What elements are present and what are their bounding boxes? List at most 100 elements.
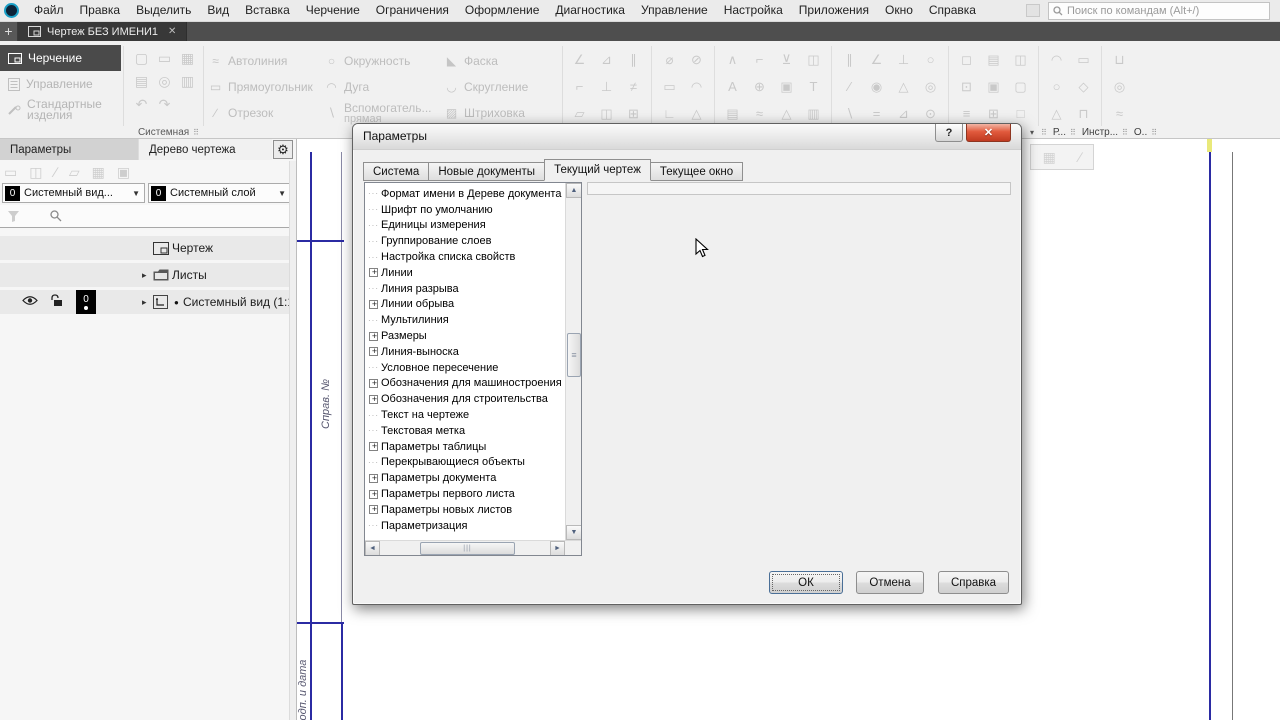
menu-item[interactable]: Справка: [921, 0, 984, 21]
tool-icon[interactable]: ▭: [656, 73, 683, 100]
visibility-eye-icon[interactable]: [22, 295, 38, 309]
tool-icon[interactable]: ⊡: [953, 73, 980, 100]
menu-item[interactable]: Вид: [199, 0, 237, 21]
panel-scrollbar[interactable]: [289, 161, 296, 720]
tool-icon[interactable]: ◎: [1106, 73, 1133, 100]
dialog-title-bar[interactable]: Параметры ? ✕: [353, 124, 1021, 150]
settings-tree-item[interactable]: Размеры: [368, 328, 564, 344]
scroll-left-icon[interactable]: ◄: [365, 541, 380, 555]
menu-item[interactable]: Правка: [72, 0, 129, 21]
settings-tree-item[interactable]: Параметризация: [368, 518, 564, 534]
tool-icon[interactable]: ⌀: [656, 46, 683, 73]
horizontal-scrollbar[interactable]: ◄ ||| ►: [365, 540, 581, 555]
settings-tree-item[interactable]: Линии обрыва: [368, 297, 564, 313]
dialog-tab-system[interactable]: Система: [363, 162, 430, 181]
vertical-scrollbar[interactable]: ▲ ≡ ▼: [565, 183, 581, 540]
menu-item[interactable]: Выделить: [128, 0, 199, 21]
tool-icon[interactable]: ▣: [773, 73, 800, 100]
chevron-down-icon[interactable]: ▾: [1030, 128, 1034, 137]
tool-icon[interactable]: ◠: [683, 73, 710, 100]
tool-icon[interactable]: ∠: [566, 46, 593, 73]
settings-tree-item[interactable]: Группирование слоев: [368, 233, 564, 249]
gear-icon[interactable]: ⚙: [273, 140, 293, 159]
menu-item[interactable]: Ограничения: [368, 0, 457, 21]
search-icon[interactable]: [50, 210, 62, 222]
tool-icon[interactable]: ◉: [863, 73, 890, 100]
ok-button[interactable]: ОК: [769, 571, 843, 594]
command-button[interactable]: ◣ Фаска: [444, 48, 552, 74]
current-layer-dropdown[interactable]: 0 Системный слой ▼: [148, 183, 291, 203]
expand-plus-icon[interactable]: [369, 473, 379, 483]
menu-item[interactable]: Управление: [633, 0, 716, 21]
menu-item[interactable]: Приложения: [791, 0, 877, 21]
panel-tool-icon[interactable]: ▣: [117, 164, 130, 181]
settings-tree-item[interactable]: Условное пересечение: [368, 360, 564, 376]
command-button[interactable]: ○ Окружность: [324, 48, 444, 74]
panel-toggle-icon[interactable]: [1026, 4, 1040, 17]
grip-icon[interactable]: ⠿: [1041, 128, 1047, 137]
tool-icon[interactable]: ∠: [863, 46, 890, 73]
dialog-close-button[interactable]: ✕: [966, 124, 1011, 142]
tool-icon[interactable]: ▢: [1007, 73, 1034, 100]
system-tool-icon[interactable]: ▤: [130, 70, 153, 93]
grip-icon[interactable]: ⠿: [1122, 128, 1128, 137]
expand-plus-icon[interactable]: [369, 267, 379, 278]
tool-icon[interactable]: ⊿: [593, 46, 620, 73]
settings-tree-item[interactable]: Шрифт по умолчанию: [368, 202, 564, 218]
tool-icon[interactable]: ⊔: [1106, 46, 1133, 73]
menu-item[interactable]: Окно: [877, 0, 921, 21]
grip-icon[interactable]: ⠿: [1070, 128, 1076, 137]
command-button[interactable]: ≈ Автолиния: [208, 48, 324, 74]
expand-plus-icon[interactable]: [369, 441, 379, 452]
settings-tree-item[interactable]: Параметры таблицы: [368, 439, 564, 455]
help-button[interactable]: Справка: [938, 571, 1009, 594]
tool-icon[interactable]: ⊕: [746, 73, 773, 100]
expand-arrow-icon[interactable]: ▸: [142, 297, 147, 308]
tool-icon[interactable]: ∥: [620, 46, 647, 73]
settings-tree-item[interactable]: Единицы измерения: [368, 218, 564, 234]
settings-tree-item[interactable]: Настройка списка свойств: [368, 249, 564, 265]
tool-icon[interactable]: ▤: [980, 46, 1007, 73]
mode-tab-drawing[interactable]: Черчение: [0, 45, 121, 71]
settings-tree-item[interactable]: Параметры новых листов: [368, 502, 564, 518]
scrollbar-thumb[interactable]: |||: [420, 542, 515, 555]
tool-icon[interactable]: ≠: [620, 73, 647, 100]
system-tool-icon[interactable]: ▭: [153, 47, 176, 70]
command-button[interactable]: ∕ Отрезок: [208, 100, 324, 126]
tool-icon[interactable]: ∕: [836, 73, 863, 100]
tool-icon[interactable]: ⊘: [683, 46, 710, 73]
grip-icon[interactable]: ⠿: [1151, 128, 1157, 137]
panel-tool-icon[interactable]: ▭: [4, 164, 17, 181]
command-button[interactable]: ◠ Дуга: [324, 74, 444, 100]
system-tool-icon[interactable]: ↷: [153, 93, 176, 116]
scroll-right-icon[interactable]: ►: [550, 541, 565, 555]
new-document-button[interactable]: +: [0, 22, 18, 41]
scroll-up-icon[interactable]: ▲: [566, 183, 581, 198]
tool-icon[interactable]: ◇: [1070, 73, 1097, 100]
scrollbar-thumb[interactable]: ≡: [567, 333, 581, 377]
tool-icon[interactable]: ⊥: [593, 73, 620, 100]
settings-tree-item[interactable]: Линия разрыва: [368, 281, 564, 297]
tool-icon[interactable]: ∥: [836, 46, 863, 73]
system-tool-icon[interactable]: ↶: [130, 93, 153, 116]
tool-icon[interactable]: ◫: [800, 46, 827, 73]
tree-row-drawing[interactable]: Чертеж: [0, 236, 290, 260]
tool-icon[interactable]: ⌐: [566, 73, 593, 100]
dialog-tab-current-window[interactable]: Текущее окно: [649, 162, 744, 181]
expand-plus-icon[interactable]: [369, 346, 379, 357]
tool-icon[interactable]: ◠: [1043, 46, 1070, 73]
tool-icon[interactable]: ◻: [953, 46, 980, 73]
settings-tree-item[interactable]: Линия-выноска: [368, 344, 564, 360]
mode-tab-standard-parts[interactable]: Стандартные изделия: [0, 95, 121, 125]
panel-tool-icon[interactable]: ◫: [29, 164, 42, 181]
system-tool-icon[interactable]: ▢: [130, 47, 153, 70]
system-tool-icon[interactable]: ◎: [153, 70, 176, 93]
mini-tool-icon[interactable]: ∕: [1079, 149, 1081, 165]
tool-icon[interactable]: ∧: [719, 46, 746, 73]
tool-icon[interactable]: ⊥: [890, 46, 917, 73]
settings-tree-item[interactable]: Мультилиния: [368, 312, 564, 328]
tool-icon[interactable]: ≈: [1106, 100, 1133, 127]
expand-plus-icon[interactable]: [369, 378, 379, 388]
expand-plus-icon[interactable]: [369, 331, 379, 341]
expand-plus-icon[interactable]: [369, 504, 379, 515]
